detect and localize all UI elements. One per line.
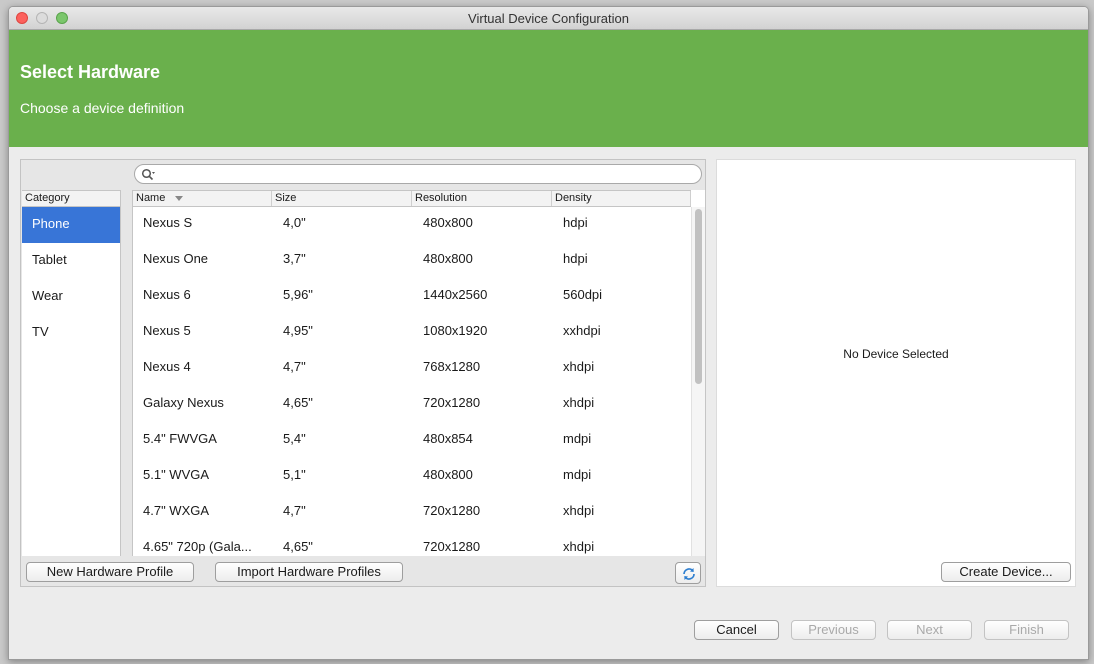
cell-name: Galaxy Nexus bbox=[143, 395, 224, 410]
cell-name: Nexus 4 bbox=[143, 359, 191, 374]
wizard-header: Select Hardware Choose a device definiti… bbox=[9, 30, 1088, 147]
cell-resolution: 720x1280 bbox=[423, 539, 481, 554]
cell-resolution: 1080x1920 bbox=[423, 323, 488, 338]
cell-name: Nexus S bbox=[143, 215, 193, 230]
search-icon bbox=[141, 168, 155, 181]
cell-resolution: 1440x2560 bbox=[423, 287, 488, 302]
cell-size: 4,65" bbox=[283, 539, 313, 554]
table-row[interactable]: 4.65" 720p (Gala... 4,65" 720x1280 xhdpi bbox=[133, 531, 691, 556]
cell-size: 5,96" bbox=[283, 287, 313, 302]
page-subtitle: Choose a device definition bbox=[20, 100, 185, 116]
cell-name: Nexus 5 bbox=[143, 323, 191, 338]
next-button[interactable]: Next bbox=[887, 620, 972, 640]
table-row[interactable]: Galaxy Nexus 4,65" 720x1280 xhdpi bbox=[133, 387, 691, 423]
cell-name: 4.7" WXGA bbox=[143, 503, 210, 518]
cell-density: mdpi bbox=[563, 467, 592, 482]
table-row[interactable]: Nexus 6 5,96" 1440x2560 560dpi bbox=[133, 279, 691, 315]
cancel-button[interactable]: Cancel bbox=[694, 620, 779, 640]
search-input[interactable] bbox=[134, 164, 702, 184]
column-header-size[interactable]: Size bbox=[272, 191, 412, 206]
import-hardware-profiles-button[interactable]: Import Hardware Profiles bbox=[215, 562, 403, 582]
cell-name: Nexus 6 bbox=[143, 287, 191, 302]
table-row[interactable]: 4.7" WXGA 4,7" 720x1280 xhdpi bbox=[133, 495, 691, 531]
table-row[interactable]: 5.1" WVGA 5,1" 480x800 mdpi bbox=[133, 459, 691, 495]
cell-size: 4,7" bbox=[283, 503, 306, 518]
scrollbar-thumb[interactable] bbox=[695, 209, 702, 384]
cell-size: 3,7" bbox=[283, 251, 306, 266]
cell-density: 560dpi bbox=[563, 287, 603, 302]
cell-density: hdpi bbox=[563, 251, 588, 266]
cell-density: xhdpi bbox=[563, 539, 595, 554]
device-list-panel: Category Phone Tablet Wear TV Name Size … bbox=[20, 159, 706, 587]
cell-size: 4,95" bbox=[283, 323, 313, 338]
cell-size: 4,0" bbox=[283, 215, 306, 230]
cell-name: 5.1" WVGA bbox=[143, 467, 210, 482]
cell-resolution: 768x1280 bbox=[423, 359, 481, 374]
cell-name: Nexus One bbox=[143, 251, 209, 266]
category-list: Category Phone Tablet Wear TV bbox=[22, 190, 121, 556]
cell-resolution: 480x800 bbox=[423, 467, 473, 482]
sort-descending-icon bbox=[175, 195, 184, 201]
create-device-button[interactable]: Create Device... bbox=[941, 562, 1071, 582]
no-device-selected-text: No Device Selected bbox=[843, 347, 949, 361]
title-bar: Virtual Device Configuration bbox=[9, 7, 1088, 30]
cell-density: xxhdpi bbox=[563, 323, 601, 338]
category-header: Category bbox=[22, 190, 120, 207]
new-hardware-profile-button[interactable]: New Hardware Profile bbox=[26, 562, 194, 582]
table-row[interactable]: Nexus S 4,0" 480x800 hdpi bbox=[133, 207, 691, 243]
column-header-density[interactable]: Density bbox=[552, 191, 691, 206]
table-row[interactable]: 5.4" FWVGA 5,4" 480x854 mdpi bbox=[133, 423, 691, 459]
previous-button[interactable]: Previous bbox=[791, 620, 876, 640]
cell-name: 4.65" 720p (Gala... bbox=[143, 539, 252, 554]
cell-size: 4,7" bbox=[283, 359, 306, 374]
column-header-resolution[interactable]: Resolution bbox=[412, 191, 552, 206]
window-title: Virtual Device Configuration bbox=[468, 11, 629, 26]
cell-name: 5.4" FWVGA bbox=[143, 431, 217, 446]
cell-size: 5,4" bbox=[283, 431, 306, 446]
cell-density: xhdpi bbox=[563, 359, 595, 374]
cell-resolution: 720x1280 bbox=[423, 395, 481, 410]
device-table: Name Size Resolution Density Nexus S 4,0"… bbox=[132, 190, 706, 556]
refresh-icon bbox=[683, 568, 695, 580]
cell-resolution: 720x1280 bbox=[423, 503, 481, 518]
table-scrollbar[interactable] bbox=[691, 207, 705, 556]
dialog-window: Virtual Device Configuration Select Hard… bbox=[8, 6, 1089, 660]
cell-density: xhdpi bbox=[563, 395, 595, 410]
table-row[interactable]: Nexus One 3,7" 480x800 hdpi bbox=[133, 243, 691, 279]
category-item-tablet[interactable]: Tablet bbox=[22, 243, 120, 279]
refresh-button[interactable] bbox=[675, 562, 701, 584]
cell-density: xhdpi bbox=[563, 503, 595, 518]
cell-density: mdpi bbox=[563, 431, 592, 446]
column-header-name[interactable]: Name bbox=[133, 191, 272, 206]
page-title: Select Hardware bbox=[20, 62, 161, 82]
cell-resolution: 480x800 bbox=[423, 251, 473, 266]
cell-resolution: 480x800 bbox=[423, 215, 473, 230]
device-detail-panel: No Device Selected Create Device... bbox=[716, 159, 1076, 587]
finish-button[interactable]: Finish bbox=[984, 620, 1069, 640]
cell-size: 4,65" bbox=[283, 395, 313, 410]
category-item-phone[interactable]: Phone bbox=[22, 207, 120, 243]
table-row[interactable]: Nexus 4 4,7" 768x1280 xhdpi bbox=[133, 351, 691, 387]
table-header: Name Size Resolution Density bbox=[133, 190, 691, 207]
category-item-tv[interactable]: TV bbox=[22, 315, 120, 351]
table-row[interactable]: Nexus 5 4,95" 1080x1920 xxhdpi bbox=[133, 315, 691, 351]
cell-density: hdpi bbox=[563, 215, 588, 230]
cell-resolution: 480x854 bbox=[423, 431, 473, 446]
category-item-wear[interactable]: Wear bbox=[22, 279, 120, 315]
cell-size: 5,1" bbox=[283, 467, 306, 482]
table-body: Nexus S 4,0" 480x800 hdpi Nexus One 3,7" 480x8… bbox=[133, 207, 691, 556]
